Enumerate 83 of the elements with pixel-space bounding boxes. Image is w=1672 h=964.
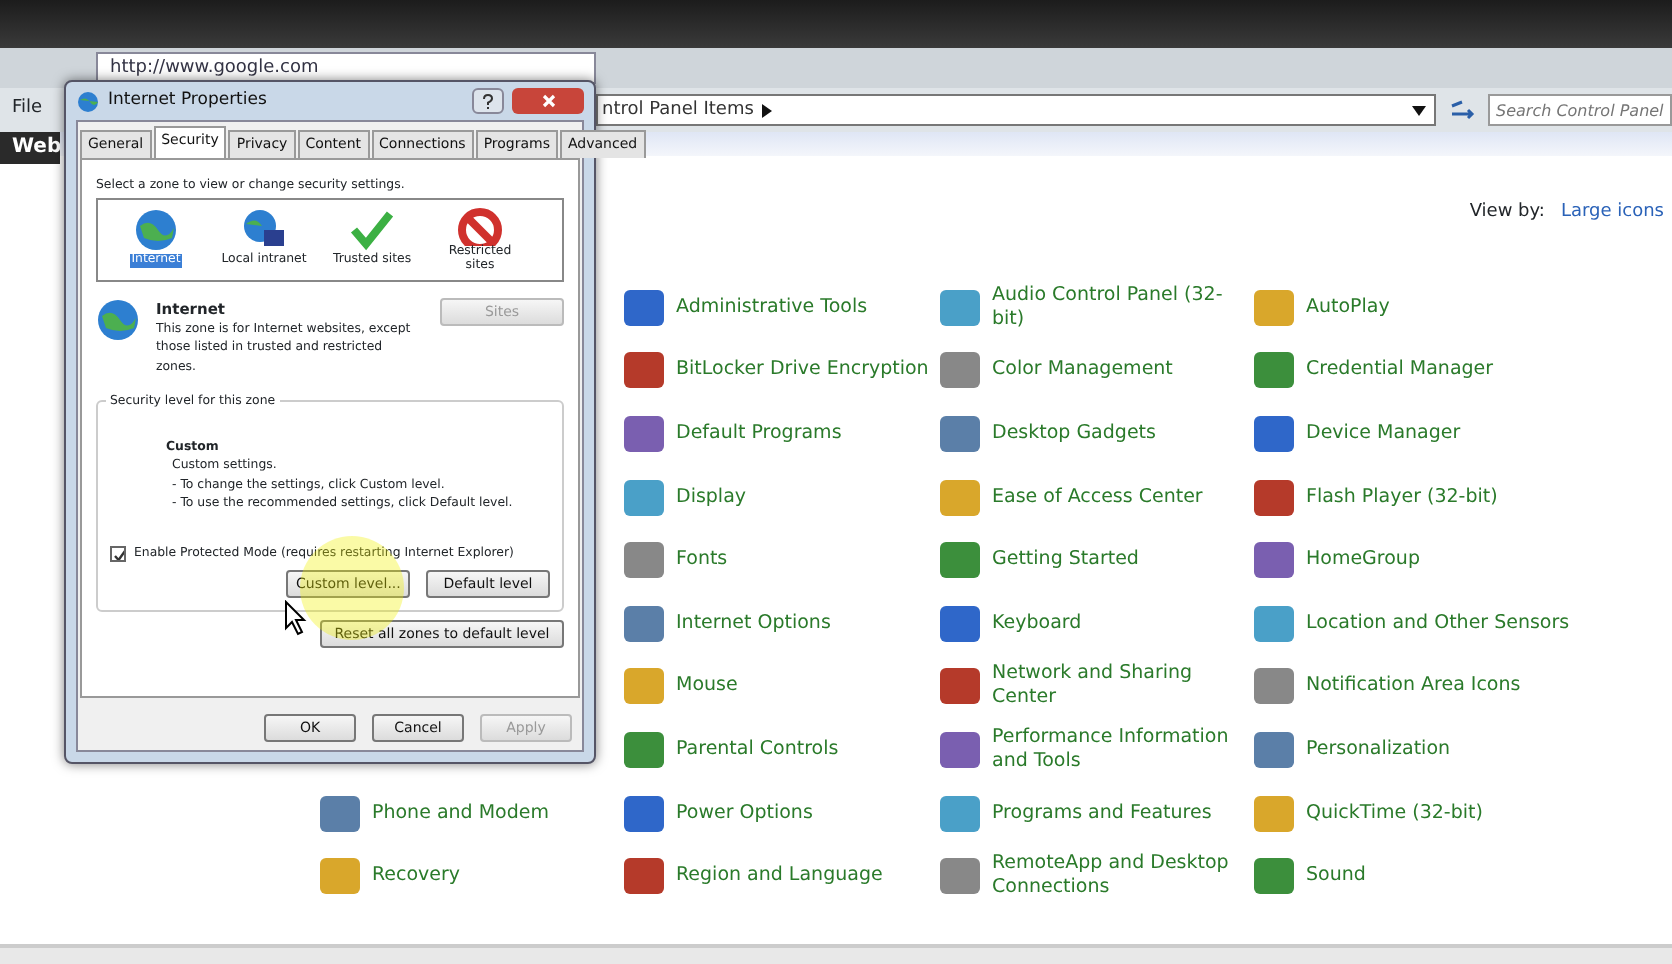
control-panel-link[interactable]: Display	[676, 485, 747, 510]
control-panel-link[interactable]: Default Programs	[676, 422, 842, 446]
app-icon	[1254, 479, 1294, 516]
app-icon	[1254, 415, 1294, 452]
app-icon	[1254, 289, 1294, 326]
window-title: Internet Properties	[108, 88, 267, 114]
app-icon	[624, 352, 664, 389]
app-icon	[624, 858, 664, 895]
app-icon	[624, 289, 664, 326]
app-icon	[1254, 795, 1294, 832]
question-mark-icon	[482, 93, 494, 109]
app-icon	[940, 731, 980, 768]
app-icon	[1254, 731, 1294, 768]
control-panel-link[interactable]: Fonts	[676, 548, 728, 573]
app-icon	[320, 858, 360, 895]
app-icon	[940, 415, 980, 452]
app-icon	[1254, 668, 1294, 705]
app-icon	[624, 795, 664, 832]
app-icon	[940, 289, 980, 326]
close-icon	[541, 94, 555, 108]
chevron-icon	[761, 103, 772, 117]
control-panel-link[interactable]: Device Manager	[1306, 422, 1461, 446]
control-panel-link[interactable]: Color Management	[992, 358, 1173, 383]
control-panel-link[interactable]: Recovery	[372, 864, 461, 889]
control-panel-link[interactable]: Personalization	[1306, 738, 1451, 762]
app-icon	[940, 542, 980, 579]
control-panel-link[interactable]: Credential Manager	[1306, 358, 1494, 383]
control-panel-link[interactable]: AutoPlay	[1306, 295, 1390, 320]
control-panel-link[interactable]: Phone and Modem	[372, 801, 549, 825]
close-button[interactable]	[512, 88, 584, 114]
help-button[interactable]	[472, 88, 504, 114]
checkbox[interactable]	[110, 545, 126, 562]
control-panel-link[interactable]: Location and Other Sensors	[1306, 611, 1570, 636]
control-panel-link[interactable]: Desktop Gadgets	[992, 422, 1156, 446]
app-icon	[940, 795, 980, 832]
prohibited-icon	[456, 205, 504, 247]
app-icon	[320, 795, 360, 832]
control-panel-link[interactable]: Administrative Tools	[676, 295, 868, 320]
web-tab[interactable]: Web	[0, 132, 60, 164]
control-panel-link[interactable]: Mouse	[676, 674, 738, 699]
control-panel-link[interactable]: Getting Started	[992, 548, 1139, 573]
file-menu[interactable]: File	[12, 96, 43, 124]
app-icon	[940, 352, 980, 389]
app-icon	[624, 542, 664, 579]
control-panel-link[interactable]: Network and Sharing Center	[992, 662, 1254, 711]
control-panel-link[interactable]: Internet Options	[676, 611, 831, 636]
control-panel-link[interactable]: Power Options	[676, 801, 813, 825]
app-icon	[940, 605, 980, 642]
app-icon	[940, 858, 980, 895]
search-field[interactable]: Search Control Panel	[1488, 94, 1672, 126]
app-icon	[624, 415, 664, 452]
app-icon	[1254, 352, 1294, 389]
app-icon	[940, 668, 980, 705]
control-panel-link[interactable]: Ease of Access Center	[992, 485, 1203, 510]
control-panel-link[interactable]: Sound	[1306, 864, 1366, 889]
app-icon	[624, 731, 664, 768]
control-panel-link[interactable]: Notification Area Icons	[1306, 674, 1521, 699]
globe-icon	[96, 297, 140, 342]
control-panel-link[interactable]: HomeGroup	[1306, 548, 1420, 573]
control-panel-link[interactable]: Programs and Features	[992, 801, 1212, 825]
globe-icon	[76, 89, 100, 113]
view-by-link[interactable]: Large icons	[1560, 200, 1664, 272]
control-panel-link[interactable]: Performance Information and Tools	[992, 726, 1254, 774]
app-icon	[1254, 858, 1294, 895]
control-panel-link[interactable]: Parental Controls	[676, 738, 839, 762]
view-by-label: View by:	[1469, 200, 1545, 226]
control-panel-link[interactable]: Flash Player (32-bit)	[1306, 485, 1498, 510]
app-icon	[624, 668, 664, 705]
control-panel-link[interactable]: Keyboard	[992, 611, 1082, 636]
app-icon	[1254, 605, 1294, 642]
cursor-icon	[284, 600, 308, 636]
control-panel-link[interactable]: Region and Language	[676, 864, 883, 889]
control-panel-link[interactable]: QuickTime (32-bit)	[1306, 801, 1483, 825]
app-icon	[1254, 542, 1294, 579]
app-icon	[940, 479, 980, 516]
app-icon	[624, 479, 664, 516]
dropdown-icon[interactable]	[1412, 105, 1427, 115]
control-panel-link[interactable]: BitLocker Drive Encryption	[676, 358, 929, 383]
control-panel-link[interactable]: Audio Control Panel (32-bit)	[992, 283, 1254, 332]
globe-icon	[132, 205, 180, 254]
control-panel-link[interactable]: RemoteApp and Desktop Connections	[992, 852, 1254, 901]
app-icon	[624, 605, 664, 642]
address-bar[interactable]: ntrol Panel Items	[596, 94, 1437, 126]
